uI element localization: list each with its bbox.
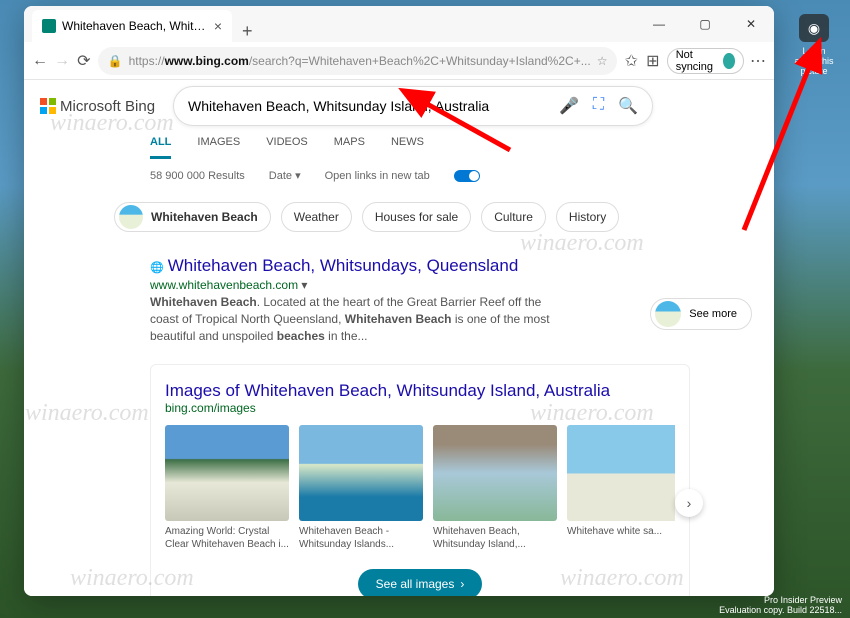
search-icons: 🎤 ⛶ 🔍 xyxy=(559,96,638,116)
new-tab-button[interactable]: + xyxy=(232,21,263,42)
search-input[interactable] xyxy=(188,98,559,114)
logo-text: Microsoft Bing xyxy=(60,98,155,115)
newtab-toggle-label: Open links in new tab xyxy=(325,170,430,182)
tab-maps[interactable]: MAPS xyxy=(334,136,365,159)
chip-weather[interactable]: Weather xyxy=(281,202,352,232)
tab-close-icon[interactable]: × xyxy=(214,18,222,34)
bing-favicon xyxy=(42,19,56,33)
date-filter[interactable]: Date ▾ xyxy=(269,169,301,182)
see-all-row: See all images › xyxy=(165,569,675,596)
result-url: www.whitehavenbeach.com ▾ xyxy=(150,278,564,292)
tab-images[interactable]: IMAGES xyxy=(197,136,240,159)
image-row: Amazing World: Crystal Clear Whitehaven … xyxy=(165,425,675,555)
maximize-button[interactable]: ▢ xyxy=(682,8,728,40)
address-bar[interactable]: 🔒 https://www.bing.com/search?q=Whitehav… xyxy=(98,47,618,75)
image-card[interactable]: Amazing World: Crystal Clear Whitehaven … xyxy=(165,425,289,555)
collections-icon[interactable]: ⊞ xyxy=(645,46,661,76)
globe-icon: 🌐 xyxy=(150,262,164,274)
results-meta: 58 900 000 Results Date ▾ Open links in … xyxy=(24,159,774,192)
build-watermark: Pro Insider Preview Evaluation copy. Bui… xyxy=(719,596,842,616)
chip-culture[interactable]: Culture xyxy=(481,202,546,232)
tab-news[interactable]: NEWS xyxy=(391,136,424,159)
browser-toolbar: ← → ⟳ 🔒 https://www.bing.com/search?q=Wh… xyxy=(24,42,774,80)
browser-tab[interactable]: Whitehaven Beach, Whitsunday × xyxy=(32,10,232,42)
chip-houses[interactable]: Houses for sale xyxy=(362,202,471,232)
bing-logo[interactable]: Microsoft Bing xyxy=(40,98,155,115)
close-button[interactable]: ✕ xyxy=(728,8,774,40)
menu-button[interactable]: ⋯ xyxy=(750,46,766,76)
organic-result: 🌐 Whitehaven Beach, Whitsundays, Queensla… xyxy=(24,242,564,344)
url-text: https://www.bing.com/search?q=Whitehaven… xyxy=(129,54,591,68)
page-content: Microsoft Bing 🎤 ⛶ 🔍 ALL IMAGES VIDEOS M… xyxy=(24,80,774,596)
images-source: bing.com/images xyxy=(165,401,675,415)
search-box[interactable]: 🎤 ⛶ 🔍 xyxy=(173,86,653,126)
entity-name: Whitehaven Beach xyxy=(151,210,258,224)
see-more-label: See more xyxy=(689,308,737,320)
desktop-icon-label: Learn about this picture xyxy=(792,46,836,76)
search-verticals: ALL IMAGES VIDEOS MAPS NEWS xyxy=(24,126,774,159)
back-button[interactable]: ← xyxy=(32,46,48,76)
camera-icon: ◉ xyxy=(799,14,829,42)
images-next-button[interactable]: › xyxy=(675,489,703,517)
tab-videos[interactable]: VIDEOS xyxy=(266,136,308,159)
lens-icon[interactable]: ⛶ xyxy=(593,96,604,116)
tab-title: Whitehaven Beach, Whitsunday xyxy=(62,19,208,33)
microsoft-logo-icon xyxy=(40,98,56,114)
see-all-images-button[interactable]: See all images › xyxy=(358,569,483,596)
profile-sync-button[interactable]: Not syncing xyxy=(667,48,744,74)
window-controls: — ▢ ✕ xyxy=(636,8,774,40)
see-more-entity[interactable]: See more xyxy=(650,298,752,330)
browser-window: Whitehaven Beach, Whitsunday × + — ▢ ✕ ←… xyxy=(24,6,774,596)
image-caption: Whitehaven Beach, Whitsunday Island,... xyxy=(433,525,557,555)
favorite-icon[interactable]: ☆ xyxy=(597,54,608,68)
image-caption: Amazing World: Crystal Clear Whitehaven … xyxy=(165,525,289,555)
entity-thumb xyxy=(119,205,143,229)
mic-icon[interactable]: 🎤 xyxy=(559,96,579,116)
title-bar: Whitehaven Beach, Whitsunday × + — ▢ ✕ xyxy=(24,6,774,42)
image-caption: Whitehave white sa... xyxy=(567,525,675,555)
forward-button[interactable]: → xyxy=(54,46,70,76)
image-thumb xyxy=(299,425,423,521)
images-heading-link[interactable]: Images of Whitehaven Beach, Whitsunday I… xyxy=(165,381,610,400)
entity-chip-main[interactable]: Whitehaven Beach xyxy=(114,202,271,232)
refresh-button[interactable]: ⟳ xyxy=(76,46,92,76)
sync-label: Not syncing xyxy=(676,49,718,73)
search-icon[interactable]: 🔍 xyxy=(618,96,638,116)
entity-chips: Whitehaven Beach Weather Houses for sale… xyxy=(24,192,774,242)
minimize-button[interactable]: — xyxy=(636,8,682,40)
chevron-right-icon: › xyxy=(460,577,464,591)
image-card[interactable]: Whitehave white sa... xyxy=(567,425,675,555)
image-card[interactable]: Whitehaven Beach, Whitsunday Island,... xyxy=(433,425,557,555)
favorites-icon[interactable]: ✩ xyxy=(623,46,639,76)
result-title-link[interactable]: Whitehaven Beach, Whitsundays, Queenslan… xyxy=(168,256,519,275)
lock-icon: 🔒 xyxy=(108,54,123,68)
chip-history[interactable]: History xyxy=(556,202,619,232)
tab-all[interactable]: ALL xyxy=(150,136,171,159)
results-count: 58 900 000 Results xyxy=(150,170,245,182)
result-dropdown-icon[interactable]: ▾ xyxy=(301,278,307,292)
image-thumb xyxy=(567,425,675,521)
tab-strip: Whitehaven Beach, Whitsunday × + xyxy=(24,6,263,42)
image-card[interactable]: Whitehaven Beach - Whitsunday Islands... xyxy=(299,425,423,555)
image-caption: Whitehaven Beach - Whitsunday Islands... xyxy=(299,525,423,555)
newtab-toggle[interactable] xyxy=(454,170,480,182)
profile-avatar xyxy=(723,53,735,69)
images-section: Images of Whitehaven Beach, Whitsunday I… xyxy=(150,364,690,596)
learn-about-picture-button[interactable]: ◉ Learn about this picture xyxy=(792,14,836,76)
see-more-thumb xyxy=(655,301,681,327)
image-thumb xyxy=(165,425,289,521)
image-thumb xyxy=(433,425,557,521)
result-snippet: Whitehaven Beach. Located at the heart o… xyxy=(150,294,564,344)
bing-header: Microsoft Bing 🎤 ⛶ 🔍 xyxy=(24,86,774,126)
